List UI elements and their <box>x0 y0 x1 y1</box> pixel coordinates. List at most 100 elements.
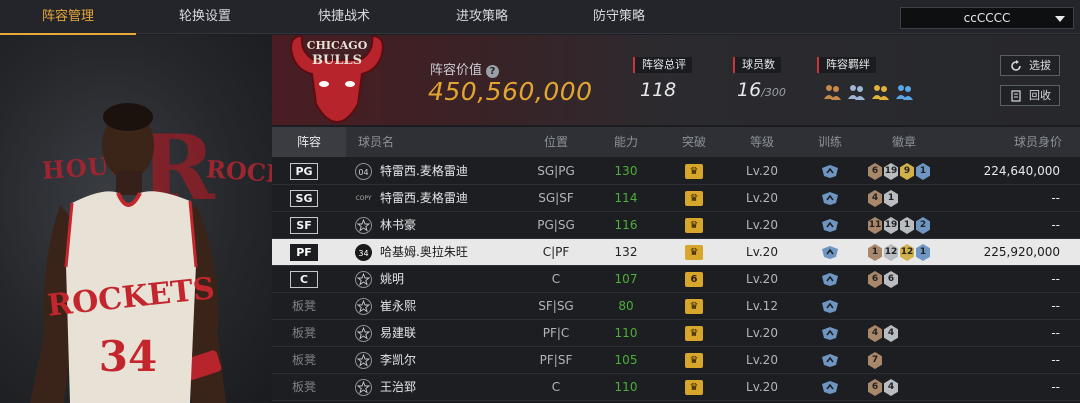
slot-label: 板凳 <box>291 353 316 367</box>
badge-icon: 2 <box>916 217 930 234</box>
player-ability: 110 <box>614 380 638 394</box>
star-icon <box>355 298 372 315</box>
team-logo-line1: CHICAGO <box>307 39 368 52</box>
star-icon <box>355 325 372 342</box>
player-level: Lv.20 <box>746 326 778 340</box>
training-icon[interactable] <box>820 272 840 287</box>
training-icon[interactable] <box>820 218 840 233</box>
breakthrough-crown-icon[interactable]: ♛ <box>685 299 703 314</box>
tab-rotation-settings[interactable]: 轮换设置 <box>137 0 273 34</box>
player-value: 224,640,000 <box>983 164 1060 178</box>
breakthrough-crown-icon[interactable]: 6 <box>685 272 703 287</box>
badge-icon: 4 <box>884 325 898 342</box>
breakthrough-crown-icon[interactable]: ♛ <box>685 380 703 395</box>
badge-icon: 6 <box>868 271 882 288</box>
recycle-button[interactable]: 回收 <box>1000 85 1060 106</box>
player-count: 16/300 <box>737 79 786 101</box>
player-ability: 105 <box>614 353 638 367</box>
breakthrough-crown-icon[interactable]: ♛ <box>685 218 703 233</box>
player-name: 特雷西.麦格雷迪 <box>380 164 468 178</box>
training-icon[interactable] <box>820 164 840 179</box>
breakthrough-crown-icon[interactable]: ♛ <box>685 353 703 368</box>
training-icon[interactable] <box>820 353 840 368</box>
player-value: -- <box>1051 380 1060 394</box>
breakthrough-crown-icon[interactable]: ♛ <box>685 164 703 179</box>
player-name: 李凯尔 <box>380 353 417 367</box>
slot-position-box: PG <box>290 163 318 180</box>
tab-quick-tactics[interactable]: 快捷战术 <box>276 0 412 34</box>
training-icon[interactable] <box>820 380 840 395</box>
training-icon[interactable] <box>820 326 840 341</box>
player-level: Lv.20 <box>746 353 778 367</box>
lineup-value: 450,560,000 <box>428 77 593 106</box>
bond-label: 阵容羁绊 <box>817 57 876 73</box>
badge-icon: 12 <box>884 244 898 261</box>
player-count-label: 球员数 <box>733 57 781 73</box>
player-count-max: /300 <box>761 86 786 99</box>
col-ability: 能力 <box>613 135 638 149</box>
table-row[interactable]: 板凳 王治郅 C 110 ♛ Lv.20 6 4 -- <box>272 374 1080 401</box>
slot-position-box: SG <box>290 190 318 207</box>
player-position: C|PF <box>542 245 570 259</box>
player-level: Lv.20 <box>746 245 778 259</box>
player-name: 哈基姆.奥拉朱旺 <box>380 245 468 259</box>
training-icon[interactable] <box>820 299 840 314</box>
bond-people-icon[interactable] <box>870 82 890 102</box>
player-name: 崔永熙 <box>380 299 417 313</box>
select-button[interactable]: 选拔 <box>1000 55 1060 76</box>
recycle-icon <box>1011 90 1021 102</box>
player-ability: 116 <box>614 218 638 232</box>
overall-value: 118 <box>640 79 677 101</box>
team-logo-line2: BULLS <box>312 53 362 68</box>
badge-icon: 1 <box>916 163 930 180</box>
training-icon[interactable] <box>820 191 840 206</box>
player-value: -- <box>1051 218 1060 232</box>
player-value: -- <box>1051 299 1060 313</box>
player-name: 特雷西.麦格雷迪 <box>380 191 468 205</box>
lineup-value-label: 阵容价值? <box>430 59 500 78</box>
table-row[interactable]: 板凳 李凯尔 PF|SF 105 ♛ Lv.20 7 -- <box>272 347 1080 374</box>
lineup-select-dropdown[interactable]: ccCCCC <box>900 7 1074 29</box>
svg-text:34: 34 <box>358 249 368 258</box>
player-value: -- <box>1051 191 1060 205</box>
badge-icon: 1 <box>900 217 914 234</box>
player-ability: 130 <box>614 164 638 178</box>
svg-text:04: 04 <box>358 168 368 177</box>
tab-defense-strategy[interactable]: 防守策略 <box>551 0 687 34</box>
player-level: Lv.20 <box>746 272 778 286</box>
col-lineup: 阵容 <box>272 127 346 157</box>
table-row[interactable]: C 姚明 C 107 6 Lv.20 6 6 -- <box>272 266 1080 293</box>
badge-icon: 11 <box>868 217 882 234</box>
badge-icon: 19 <box>884 217 898 234</box>
bulls-logo-icon: CHICAGO BULLS <box>290 34 384 124</box>
roster-table-header: 阵容 球员名 位置 能力 突破 等级 训练 徽章 球员身价 <box>272 127 1080 157</box>
breakthrough-crown-icon[interactable]: ♛ <box>685 326 703 341</box>
bond-people-icon[interactable] <box>846 82 866 102</box>
player-value: 225,920,000 <box>983 245 1060 259</box>
col-training: 训练 <box>817 135 842 149</box>
breakthrough-crown-icon[interactable]: ♛ <box>685 245 703 260</box>
slot-label: 板凳 <box>291 380 316 394</box>
col-badges: 徽章 <box>891 135 916 149</box>
training-icon[interactable] <box>820 245 840 260</box>
breakthrough-level: 6 <box>690 274 698 285</box>
tab-offense-strategy[interactable]: 进攻策略 <box>414 0 550 34</box>
table-row[interactable]: SG COPY 特雷西.麦格雷迪 SG|SF 114 ♛ Lv.20 4 1 -- <box>272 185 1080 212</box>
table-row[interactable]: PG 04 特雷西.麦格雷迪 SG|PG 130 ♛ Lv.20 6 19 9 1 224,640,0… <box>272 158 1080 185</box>
table-row[interactable]: SF 林书豪 PG|SG 116 ♛ Lv.20 11 19 1 2 -- <box>272 212 1080 239</box>
badge-icon: 6 <box>868 379 882 396</box>
tab-lineup-management[interactable]: 阵容管理 <box>0 0 136 35</box>
bond-people-icon[interactable] <box>894 82 914 102</box>
bond-people-icon[interactable] <box>822 82 842 102</box>
recycle-button-label: 回收 <box>1029 89 1051 102</box>
player-ability: 107 <box>614 272 638 286</box>
table-row[interactable]: 板凳 易建联 PF|C 110 ♛ Lv.20 4 4 -- <box>272 320 1080 347</box>
dropdown-value: ccCCCC <box>963 11 1011 25</box>
table-row[interactable]: PF 34 哈基姆.奥拉朱旺 C|PF 132 ♛ Lv.20 1 12 12 1 225,920,0… <box>272 239 1080 266</box>
breakthrough-crown-icon[interactable]: ♛ <box>685 191 703 206</box>
select-button-label: 选拔 <box>1029 59 1051 72</box>
svg-text:34: 34 <box>99 332 157 381</box>
badge-icon: 4 <box>884 379 898 396</box>
table-row[interactable]: 板凳 崔永熙 SF|SG 80 ♛ Lv.12 -- <box>272 293 1080 320</box>
star-icon <box>355 217 372 234</box>
